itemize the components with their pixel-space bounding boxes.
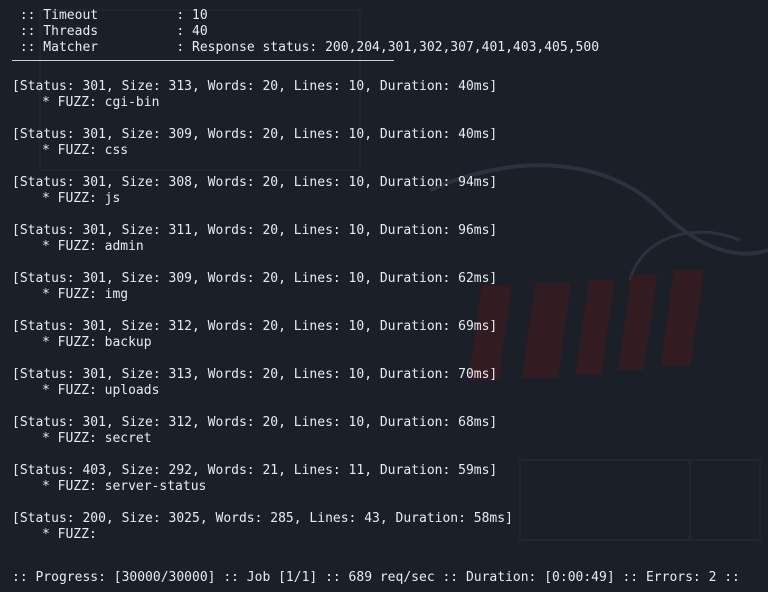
fuzz-line: * FUZZ: <box>42 527 105 542</box>
config-timeout: :: Timeout : 10 <box>12 8 208 23</box>
fuzz-line: * FUZZ: js <box>42 191 121 206</box>
status-line: [Status: 301, Size: 313, Words: 20, Line… <box>12 79 498 94</box>
separator-line <box>12 60 394 61</box>
fuzz-line: * FUZZ: css <box>42 143 129 158</box>
status-line: [Status: 301, Size: 311, Words: 20, Line… <box>12 223 498 238</box>
result-entry: [Status: 301, Size: 313, Words: 20, Line… <box>12 367 768 399</box>
fuzz-line: * FUZZ: cgi-bin <box>42 95 160 110</box>
status-line: [Status: 301, Size: 313, Words: 20, Line… <box>12 367 498 382</box>
config-threads: :: Threads : 40 <box>12 24 208 39</box>
fuzz-line: * FUZZ: img <box>42 287 129 302</box>
result-entry: [Status: 301, Size: 309, Words: 20, Line… <box>12 127 768 159</box>
fuzz-line: * FUZZ: uploads <box>42 383 160 398</box>
result-entry: [Status: 301, Size: 308, Words: 20, Line… <box>12 175 768 207</box>
result-entry: [Status: 200, Size: 3025, Words: 285, Li… <box>12 511 768 543</box>
fuzz-line: * FUZZ: secret <box>42 431 152 446</box>
status-line: [Status: 301, Size: 312, Words: 20, Line… <box>12 415 498 430</box>
result-entry: [Status: 301, Size: 313, Words: 20, Line… <box>12 79 768 111</box>
status-line: [Status: 301, Size: 309, Words: 20, Line… <box>12 271 498 286</box>
terminal-output[interactable]: :: Timeout : 10 :: Threads : 40 :: Match… <box>12 8 768 592</box>
result-entry: [Status: 301, Size: 309, Words: 20, Line… <box>12 271 768 303</box>
result-entry: [Status: 301, Size: 312, Words: 20, Line… <box>12 415 768 447</box>
status-line: [Status: 403, Size: 292, Words: 21, Line… <box>12 463 498 478</box>
result-entry: [Status: 403, Size: 292, Words: 21, Line… <box>12 463 768 495</box>
fuzz-line: * FUZZ: backup <box>42 335 152 350</box>
status-line: [Status: 301, Size: 308, Words: 20, Line… <box>12 175 498 190</box>
fuzz-line: * FUZZ: admin <box>42 239 144 254</box>
fuzz-line: * FUZZ: server-status <box>42 479 207 494</box>
config-matcher: :: Matcher : Response status: 200,204,30… <box>12 40 600 55</box>
status-line: [Status: 200, Size: 3025, Words: 285, Li… <box>12 511 513 526</box>
status-line: [Status: 301, Size: 312, Words: 20, Line… <box>12 319 498 334</box>
result-entry: [Status: 301, Size: 312, Words: 20, Line… <box>12 319 768 351</box>
result-entry: [Status: 301, Size: 311, Words: 20, Line… <box>12 223 768 255</box>
status-line: [Status: 301, Size: 309, Words: 20, Line… <box>12 127 498 142</box>
progress-status-line: :: Progress: [30000/30000] :: Job [1/1] … <box>12 570 740 585</box>
